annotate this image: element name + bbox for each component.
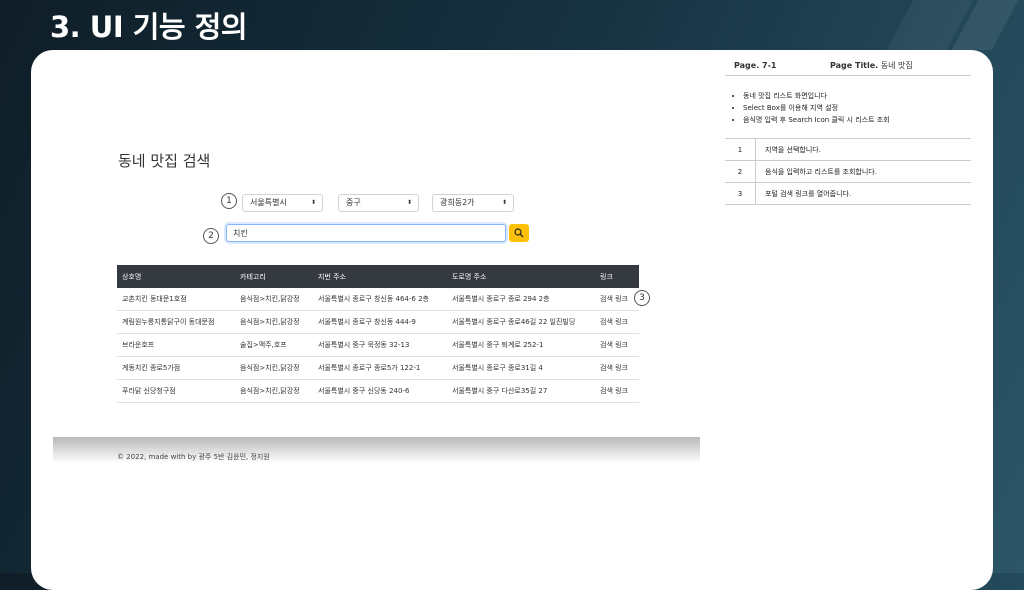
cell-road-address: 서울특별시 중구 퇴계로 252-1 — [447, 333, 595, 357]
spec-header: Page. 7-1 Page Title. 동네 맛집 — [725, 55, 971, 76]
cell-name: 브라운호프 — [117, 333, 235, 357]
spec-description: 음식을 입력하고 리스트를 조회합니다. — [755, 160, 971, 183]
page-footer: © 2022, made with by 광주 5반 김윤민, 정지원 — [117, 453, 270, 461]
page-number: Page. 7-1 — [734, 60, 777, 70]
search-button[interactable] — [509, 224, 529, 242]
chevron-updown-icon: ⬍ — [310, 199, 316, 206]
column-header: 도로명 주소 — [447, 265, 595, 288]
region-city-select[interactable]: 서울특별시 ⬍ — [242, 194, 323, 212]
cell-category: 음식점>치킨,닭강정 — [235, 310, 313, 334]
chevron-updown-icon: ⬍ — [501, 199, 507, 206]
cell-jibun-address: 서울특별시 종로구 창신동 444-9 — [313, 310, 447, 334]
title-value: 동네 맛집 — [880, 60, 913, 70]
column-header: 카테고리 — [235, 265, 313, 288]
description-item: Select Box를 이용해 지역 설정 — [743, 102, 971, 114]
search-link[interactable]: 검색 링크 — [595, 310, 639, 334]
search-link[interactable]: 검색 링크 — [595, 379, 639, 403]
spec-number: 3 — [725, 182, 756, 205]
cell-jibun-address: 서울특별시 종로구 종로5가 122-1 — [313, 356, 447, 380]
cell-category: 음식점>치킨,닭강정 — [235, 356, 313, 380]
cell-name: 계동치킨 종로5가점 — [117, 356, 235, 380]
column-header: 지번 주소 — [313, 265, 447, 288]
spec-number: 2 — [725, 160, 756, 183]
marker-2: 2 — [203, 228, 219, 244]
cell-road-address: 서울특별시 종로구 종로31길 4 — [447, 356, 595, 380]
description-list: 동네 맛집 리스트 화면입니다 Select Box를 이용해 지역 설정 음식… — [725, 90, 971, 126]
description-item: 동네 맛집 리스트 화면입니다 — [743, 90, 971, 102]
region-dong-select[interactable]: 광희동2가 ⬍ — [432, 194, 514, 212]
cell-name: 계림원누룽지통닭구이 동대문점 — [117, 310, 235, 334]
spec-row: 2 음식을 입력하고 리스트를 조회합니다. — [725, 160, 971, 183]
region-district-select[interactable]: 중구 ⬍ — [338, 194, 419, 212]
search-link[interactable]: 검색 링크 — [595, 288, 639, 311]
spec-table: 1 지역을 선택합니다. 2 음식을 입력하고 리스트를 조회합니다. 3 포털… — [725, 138, 971, 205]
cell-jibun-address: 서울특별시 중구 신당동 240-6 — [313, 379, 447, 403]
cell-jibun-address: 서울특별시 종로구 창신동 464-6 2층 — [313, 288, 447, 311]
food-search-input[interactable] — [226, 224, 506, 242]
spec-panel: Page. 7-1 Page Title. 동네 맛집 동네 맛집 리스트 화면… — [725, 55, 971, 205]
spec-number: 1 — [725, 138, 756, 161]
cell-category: 음식점>치킨,닭강정 — [235, 288, 313, 311]
table-row: 푸라닭 신당청구점 음식점>치킨,닭강정 서울특별시 중구 신당동 240-6 … — [117, 379, 639, 403]
table-row: 교촌치킨 동대문1호점 음식점>치킨,닭강정 서울특별시 종로구 창신동 464… — [117, 288, 639, 311]
search-link[interactable]: 검색 링크 — [595, 356, 639, 380]
spec-row: 3 포털 검색 링크를 열어줍니다. — [725, 182, 971, 205]
marker-1: 1 — [221, 193, 237, 209]
spec-row: 1 지역을 선택합니다. — [725, 138, 971, 161]
page-title: 동네 맛집 검색 — [118, 152, 211, 170]
column-header: 상호명 — [117, 265, 235, 288]
description-item: 음식명 입력 후 Search Icon 클릭 시 리스트 조회 — [743, 114, 971, 126]
marker-3: 3 — [634, 290, 650, 306]
cell-jibun-address: 서울특별시 중구 묵정동 32-13 — [313, 333, 447, 357]
page-title-label: Page Title. 동네 맛집 — [830, 60, 913, 71]
table-row: 계동치킨 종로5가점 음식점>치킨,닭강정 서울특별시 종로구 종로5가 122… — [117, 356, 639, 380]
select-value: 광희동2가 — [440, 198, 475, 207]
search-link[interactable]: 검색 링크 — [595, 333, 639, 357]
column-header: 링크 — [595, 265, 639, 288]
cell-name: 교촌치킨 동대문1호점 — [117, 288, 235, 311]
cell-category: 술집>맥주,호프 — [235, 333, 313, 357]
cell-road-address: 서울특별시 종로구 종로46길 22 일진빌딩 — [447, 310, 595, 334]
cell-name: 푸라닭 신당청구점 — [117, 379, 235, 403]
search-icon — [514, 228, 524, 238]
select-value: 중구 — [346, 198, 361, 207]
table-row: 계림원누룽지통닭구이 동대문점 음식점>치킨,닭강정 서울특별시 종로구 창신동… — [117, 310, 639, 334]
title-label: Page Title. — [830, 60, 879, 70]
cell-road-address: 서울특별시 종로구 종로 294 2층 — [447, 288, 595, 311]
chevron-updown-icon: ⬍ — [406, 199, 412, 206]
spec-description: 포털 검색 링크를 열어줍니다. — [755, 182, 971, 205]
cell-category: 음식점>치킨,닭강정 — [235, 379, 313, 403]
table-header-row: 상호명 카테고리 지번 주소 도로명 주소 링크 — [117, 265, 639, 288]
results-table: 상호명 카테고리 지번 주소 도로명 주소 링크 교촌치킨 동대문1호점 음식점… — [117, 265, 639, 403]
slide-title: 3. UI 기능 정의 — [50, 10, 248, 44]
table-row: 브라운호프 술집>맥주,호프 서울특별시 중구 묵정동 32-13 서울특별시 … — [117, 333, 639, 357]
cell-road-address: 서울특별시 중구 다산로35길 27 — [447, 379, 595, 403]
spec-description: 지역을 선택합니다. — [755, 138, 971, 161]
select-value: 서울특별시 — [250, 198, 287, 207]
